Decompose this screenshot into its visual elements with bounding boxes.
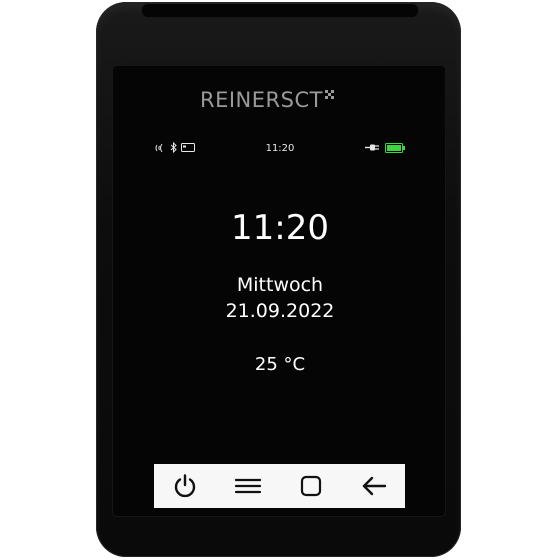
status-right-icons: [365, 141, 405, 157]
square-icon: [300, 475, 321, 497]
power-plug-icon: [365, 143, 379, 155]
brand-logo: REINERSCT: [200, 86, 360, 114]
card-slot: [142, 3, 418, 17]
home-temperature: 25 °C: [254, 354, 306, 375]
battery-full-icon: [385, 142, 405, 156]
nfc-waves-icon: [155, 143, 166, 156]
brand-grid-icon: [324, 90, 334, 99]
bottom-navbar: [154, 464, 405, 508]
home-date: 21.09.2022: [225, 300, 335, 322]
card-icon: [181, 143, 195, 155]
brand-text: REINERSCT: [200, 88, 323, 112]
back-arrow-icon: [362, 476, 386, 496]
power-icon: [175, 474, 196, 498]
home-weekday: Mittwoch: [236, 274, 324, 296]
menu-button[interactable]: [217, 464, 280, 508]
home-clock: 11:20: [231, 208, 329, 248]
status-time: 11:20: [265, 143, 295, 154]
back-button[interactable]: [342, 464, 405, 508]
power-button[interactable]: [154, 464, 217, 508]
menu-icon: [235, 478, 262, 494]
bluetooth-icon: [170, 141, 177, 156]
battery-fill: [387, 144, 401, 151]
status-bar: 11:20: [155, 141, 405, 157]
home-button[interactable]: [280, 464, 343, 508]
status-left-icons: [155, 141, 195, 157]
